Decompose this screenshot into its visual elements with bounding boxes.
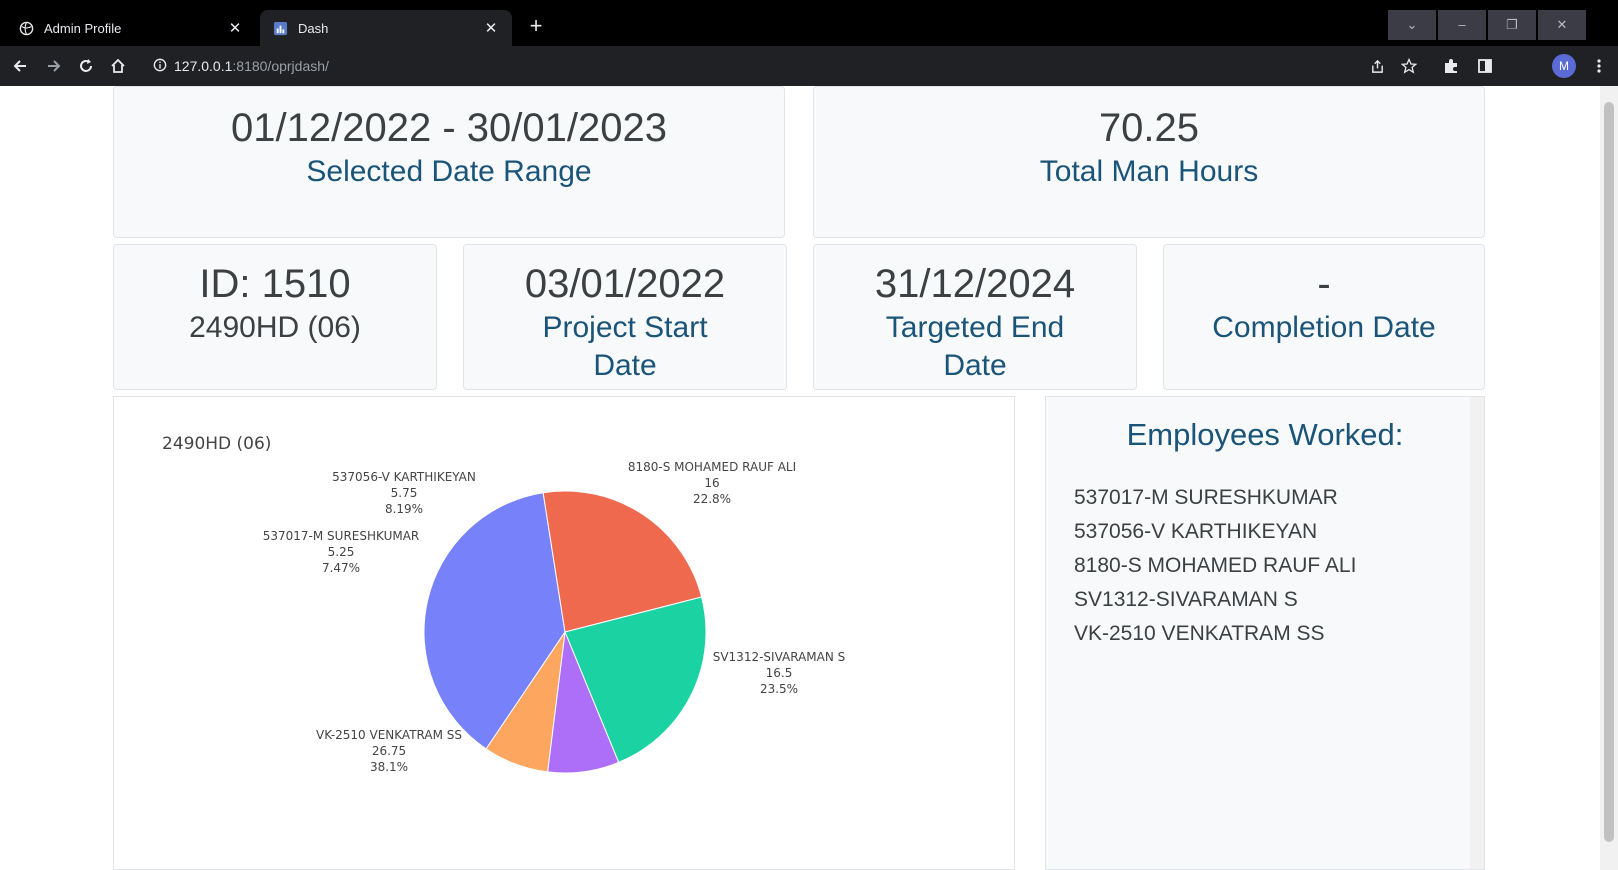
- globe-icon: [18, 20, 34, 36]
- browser-toolbar: 127.0.0.1:8180/oprjdash/ M: [0, 46, 1618, 86]
- slice-label-value: 5.75: [391, 486, 418, 500]
- slice-label-name: VK-2510 VENKATRAM SS: [316, 728, 462, 742]
- slice-label-percent: 22.8%: [693, 492, 731, 506]
- dashboard-page: 01/12/2022 - 30/01/2023 Selected Date Ra…: [0, 86, 1600, 870]
- man-hours-value: 70.25: [1098, 106, 1200, 150]
- scrollbar-thumb[interactable]: [1604, 102, 1614, 842]
- tab-dash[interactable]: Dash ✕: [260, 10, 512, 46]
- pie-chart-card: 2490HD (06) VK-2510 VENKATRAM SS 26.75 38.…: [113, 396, 1015, 870]
- site-info-icon[interactable]: [146, 58, 174, 75]
- date-range-value: 01/12/2022 - 30/01/2023: [231, 106, 667, 150]
- slice-label-percent: 8.19%: [385, 502, 423, 516]
- list-item: VK-2510 VENKATRAM SS: [1074, 622, 1325, 645]
- back-icon[interactable]: [6, 52, 34, 80]
- url-path: :8180/oprjdash/: [232, 58, 329, 74]
- employees-title: Employees Worked:: [1126, 417, 1404, 452]
- browser-tab-bar: Admin Profile ✕ Dash ✕ + ⌄ – ❐ ✕: [0, 0, 1618, 46]
- slice-label-name: 8180-S MOHAMED RAUF ALI: [628, 460, 796, 474]
- project-code: 2490HD (06): [189, 311, 361, 344]
- slice-label-percent: 7.47%: [322, 561, 360, 575]
- share-icon[interactable]: [1366, 55, 1388, 77]
- employees-card: Employees Worked: 537017-M SURESHKUMAR 5…: [1045, 396, 1485, 870]
- bookmark-star-icon[interactable]: [1398, 55, 1420, 77]
- side-panel-icon[interactable]: [1474, 55, 1496, 77]
- project-id-card: ID: 1510 2490HD (06): [113, 244, 437, 390]
- end-date-label: Targeted End Date: [885, 311, 1065, 382]
- address-bar[interactable]: 127.0.0.1:8180/oprjdash/: [146, 51, 1456, 81]
- end-date-card: 31/12/2024 Targeted End Date: [813, 244, 1137, 390]
- chart-favicon-icon: [272, 20, 288, 36]
- pie-chart: 2490HD (06) VK-2510 VENKATRAM SS 26.75 38.…: [162, 434, 846, 774]
- url-host: 127.0.0.1: [174, 58, 233, 74]
- slice-label-percent: 38.1%: [370, 760, 408, 774]
- menu-kebab-icon[interactable]: [1588, 55, 1610, 77]
- profile-avatar[interactable]: M: [1552, 54, 1576, 78]
- end-date-value: 31/12/2024: [874, 262, 1076, 306]
- completion-date-card: - Completion Date: [1163, 244, 1485, 390]
- slice-label-value: 5.25: [328, 545, 355, 559]
- completion-date-label: Completion Date: [1212, 311, 1436, 344]
- project-id: ID: 1510: [199, 262, 351, 306]
- tab-admin-profile[interactable]: Admin Profile ✕: [6, 10, 256, 46]
- slice-label-value: 16: [704, 476, 719, 490]
- list-item: 537017-M SURESHKUMAR: [1074, 486, 1338, 509]
- list-item: 8180-S MOHAMED RAUF ALI: [1074, 554, 1357, 577]
- reload-icon[interactable]: [72, 52, 100, 80]
- slice-label-name: 537017-M SURESHKUMAR: [263, 529, 420, 543]
- employees-list: 537017-M SURESHKUMAR 537056-V KARTHIKEYA…: [1074, 481, 1484, 651]
- man-hours-label: Total Man Hours: [1039, 155, 1259, 188]
- employees-scrollbar[interactable]: [1470, 397, 1484, 869]
- slice-label-percent: 23.5%: [760, 682, 798, 696]
- date-range-label: Selected Date Range: [306, 155, 592, 188]
- close-window-icon[interactable]: ✕: [1538, 10, 1586, 40]
- page-scrollbar[interactable]: [1600, 86, 1618, 870]
- slice-label-name: 537056-V KARTHIKEYAN: [332, 470, 476, 484]
- start-date-value: 03/01/2022: [524, 262, 726, 306]
- completion-date-value: -: [1317, 262, 1331, 306]
- close-tab-icon[interactable]: ✕: [482, 19, 500, 37]
- minimize-icon[interactable]: –: [1438, 10, 1486, 40]
- man-hours-card: 70.25 Total Man Hours: [813, 86, 1485, 238]
- extensions-icon[interactable]: [1440, 55, 1462, 77]
- new-tab-icon[interactable]: +: [524, 14, 548, 38]
- slice-label-name: SV1312-SIVARAMAN S: [713, 650, 846, 664]
- close-tab-icon[interactable]: ✕: [226, 19, 244, 37]
- chart-title: 2490HD (06): [162, 434, 271, 454]
- forward-icon[interactable]: [40, 52, 68, 80]
- list-item: 537056-V KARTHIKEYAN: [1074, 520, 1318, 543]
- start-date-label: Project Start Date: [542, 311, 708, 382]
- slice-label-value: 26.75: [372, 744, 406, 758]
- date-range-card: 01/12/2022 - 30/01/2023 Selected Date Ra…: [113, 86, 785, 238]
- home-icon[interactable]: [104, 52, 132, 80]
- restore-icon[interactable]: ❐: [1488, 10, 1536, 40]
- slice-label-value: 16.5: [766, 666, 793, 680]
- tab-label: Admin Profile: [44, 20, 122, 36]
- start-date-card: 03/01/2022 Project Start Date: [463, 244, 787, 390]
- tab-search-icon[interactable]: ⌄: [1388, 10, 1436, 40]
- tab-label: Dash: [298, 20, 329, 36]
- list-item: SV1312-SIVARAMAN S: [1074, 588, 1298, 611]
